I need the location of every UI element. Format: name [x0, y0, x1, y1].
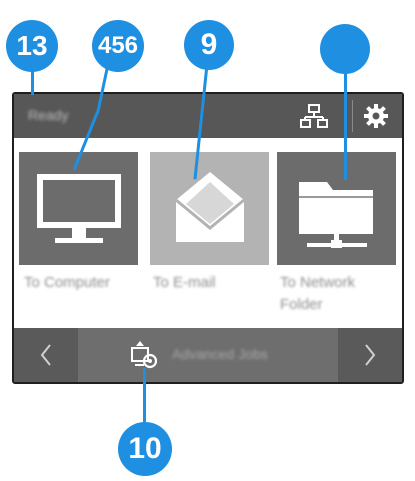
tile-to-network-folder[interactable] [277, 152, 396, 265]
callout-blank [320, 24, 370, 74]
prev-page-button[interactable] [14, 328, 78, 382]
gear-icon[interactable] [362, 102, 390, 130]
tile-label-to-network-folder: To Network Folder [280, 274, 356, 313]
callout-13: 13 [6, 20, 58, 72]
tile-label-to-computer: To Computer [24, 274, 110, 291]
callout-9: 9 [184, 20, 234, 70]
topbar-divider [352, 100, 353, 132]
advanced-jobs-label: Advanced Jobs [172, 346, 268, 362]
envelope-icon [175, 172, 245, 242]
tile-to-computer[interactable] [19, 152, 138, 265]
callout-10: 10 [118, 422, 172, 476]
tile-label-to-email: To E-mail [153, 274, 216, 291]
leader-line-folder [344, 62, 347, 180]
monitor-icon [37, 174, 121, 243]
advanced-jobs-button[interactable]: Advanced Jobs [78, 328, 338, 382]
status-text: Ready [28, 107, 69, 123]
chevron-right-icon [365, 344, 376, 366]
leader-line-10 [143, 368, 146, 426]
network-icon[interactable] [300, 102, 328, 130]
chevron-left-icon [40, 344, 51, 366]
callout-456: 456 [92, 20, 144, 72]
bottom-bar: Advanced Jobs [14, 328, 402, 382]
advanced-jobs-icon [131, 341, 158, 369]
tile-to-email[interactable] [150, 152, 269, 265]
network-folder-icon [299, 182, 373, 248]
next-page-button[interactable] [338, 328, 402, 382]
